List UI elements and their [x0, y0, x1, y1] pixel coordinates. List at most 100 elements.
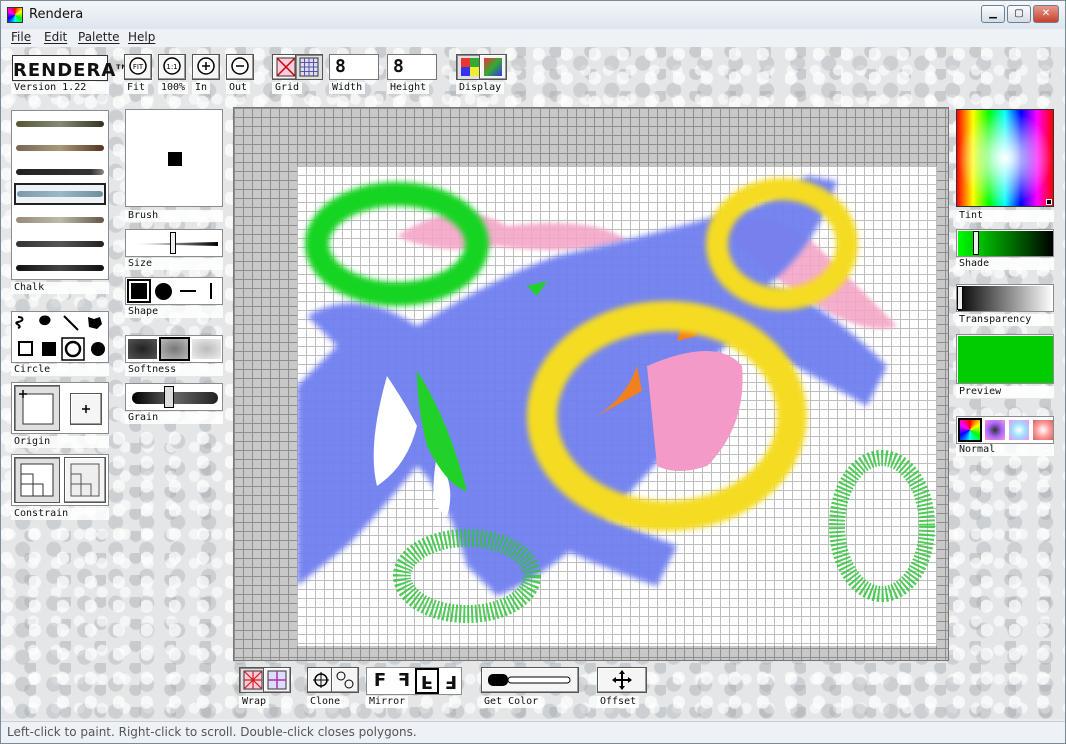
brush-type-pencil[interactable] [14, 161, 106, 183]
status-text: Left-click to paint. Right-click to scro… [7, 725, 417, 739]
transparency-slider[interactable] [956, 284, 1054, 312]
zoom-in-button[interactable] [192, 54, 220, 80]
menu-file[interactable]: File [11, 30, 31, 44]
minimize-button[interactable]: ▁ [981, 5, 1005, 23]
blend-lighten-button[interactable] [1009, 420, 1029, 440]
offset-label: Offset [597, 696, 640, 708]
blend-mode-picker [956, 416, 1054, 444]
menu-edit[interactable]: Edit [44, 30, 67, 44]
fit-icon: FIT [129, 57, 147, 75]
chalk-icon [17, 191, 103, 197]
title-bar[interactable]: Rendera ▁ ▢ ✕ [1, 1, 1065, 29]
version-label: Version 1.22 [11, 82, 109, 94]
blend-normal-button[interactable] [958, 418, 982, 442]
zoom-in-icon [197, 57, 215, 75]
zoom-100-button[interactable]: 1:1 [158, 54, 186, 80]
brush-type-label: Chalk [11, 282, 109, 294]
mirror-horizontal-button[interactable]: F [393, 670, 415, 692]
brush-type-pen[interactable] [14, 257, 106, 279]
shape-vertical-button[interactable] [210, 283, 212, 299]
display-gradient-icon [484, 58, 502, 76]
grid-height-field[interactable]: 8 [387, 54, 437, 80]
grain-label: Grain [125, 412, 223, 424]
constrain-off-icon [70, 463, 100, 497]
app-window: Rendera ▁ ▢ ✕ File Edit Palette Help REN… [0, 0, 1066, 744]
constrain-off-button[interactable] [64, 457, 106, 503]
grid-width-label: Width [329, 82, 366, 94]
grain-slider-thumb[interactable] [164, 386, 174, 408]
brush-preview [125, 109, 223, 207]
zoom-out-button[interactable] [226, 54, 254, 80]
clone-source-icon [336, 671, 354, 689]
size-slider[interactable] [125, 229, 223, 257]
shade-slider-thumb[interactable] [973, 231, 979, 255]
tint-picker[interactable] [956, 109, 1054, 207]
softness-hard-button[interactable] [128, 339, 157, 359]
zoom-100-label: 100% [158, 82, 189, 94]
transparency-slider-thumb[interactable] [957, 286, 963, 310]
offset-button[interactable] [597, 667, 647, 693]
origin-corner-button[interactable] [14, 385, 60, 431]
zoom-out-label: Out [226, 82, 251, 94]
shade-label: Shade [956, 258, 1054, 270]
origin-label: Origin [11, 436, 109, 448]
origin-center-button[interactable] [70, 393, 102, 425]
mirror-group: F F F F [366, 667, 462, 695]
status-bar: Left-click to paint. Right-click to scro… [1, 721, 1065, 743]
brush-type-list [11, 110, 109, 280]
brush-type-flat-brush[interactable] [14, 137, 106, 159]
maximize-button[interactable]: ▢ [1007, 5, 1031, 23]
blend-colorize-button[interactable] [1033, 420, 1053, 440]
softness-soft-button[interactable] [192, 339, 221, 359]
wrap-off-icon [267, 670, 287, 690]
brush-type-airbrush[interactable] [14, 233, 106, 255]
tool-icons [15, 315, 105, 361]
softness-medium-button[interactable] [159, 337, 190, 361]
constrain-label: Constrain [11, 508, 109, 520]
blend-mode-label: Normal [956, 444, 1054, 456]
fit-button[interactable]: FIT [124, 54, 152, 80]
get-color-button[interactable] [481, 667, 579, 693]
display-label: Display [456, 82, 505, 94]
shape-horizontal-button[interactable] [180, 290, 196, 292]
zoom-out-icon [231, 57, 249, 75]
brush-type-crayon[interactable] [14, 209, 106, 231]
brush-type-chalk[interactable] [14, 183, 106, 205]
shade-slider[interactable] [956, 229, 1054, 257]
grid-width-field[interactable]: 8 [329, 54, 379, 80]
pencil-icon [16, 169, 104, 175]
blend-darken-button[interactable] [985, 420, 1005, 440]
menu-palette[interactable]: Palette [78, 30, 120, 44]
color-preview-swatch [956, 334, 1054, 384]
shape-square-button[interactable] [127, 279, 151, 303]
clone-source-button[interactable] [331, 667, 359, 693]
constrain-on-icon [20, 463, 54, 497]
display-mode-2-button[interactable] [479, 54, 507, 80]
menu-help[interactable]: Help [128, 30, 155, 44]
grid-on-button[interactable] [295, 54, 323, 80]
mirror-label: Mirror [366, 696, 409, 708]
close-button[interactable]: ✕ [1033, 5, 1059, 23]
brush-preview-shape [168, 152, 182, 166]
mirror-vertical-button[interactable]: F [415, 668, 439, 694]
constrain-on-button[interactable] [14, 457, 60, 503]
constrain-panel [11, 454, 109, 506]
softness-label: Softness [125, 364, 223, 376]
tool-palette [11, 311, 109, 363]
mirror-both-button[interactable]: F [440, 670, 462, 692]
clone-label: Clone [307, 696, 344, 708]
zoom-in-label: In [192, 82, 211, 94]
grain-slider[interactable] [125, 383, 223, 411]
brush-type-paintbrush[interactable] [14, 113, 106, 135]
size-slider-thumb[interactable] [170, 232, 176, 254]
origin-corner-icon [19, 390, 54, 425]
shape-circle-button[interactable] [155, 283, 172, 300]
origin-panel [11, 382, 109, 434]
zoom-100-glyph: 1:1 [166, 63, 177, 71]
square-shape-icon [131, 283, 147, 299]
tint-label: Tint [956, 210, 1054, 222]
drawing-canvas[interactable] [297, 166, 937, 646]
tint-cursor[interactable] [1046, 199, 1052, 205]
wrap-off-button[interactable] [263, 667, 291, 693]
mirror-none-button[interactable]: F [369, 670, 391, 692]
